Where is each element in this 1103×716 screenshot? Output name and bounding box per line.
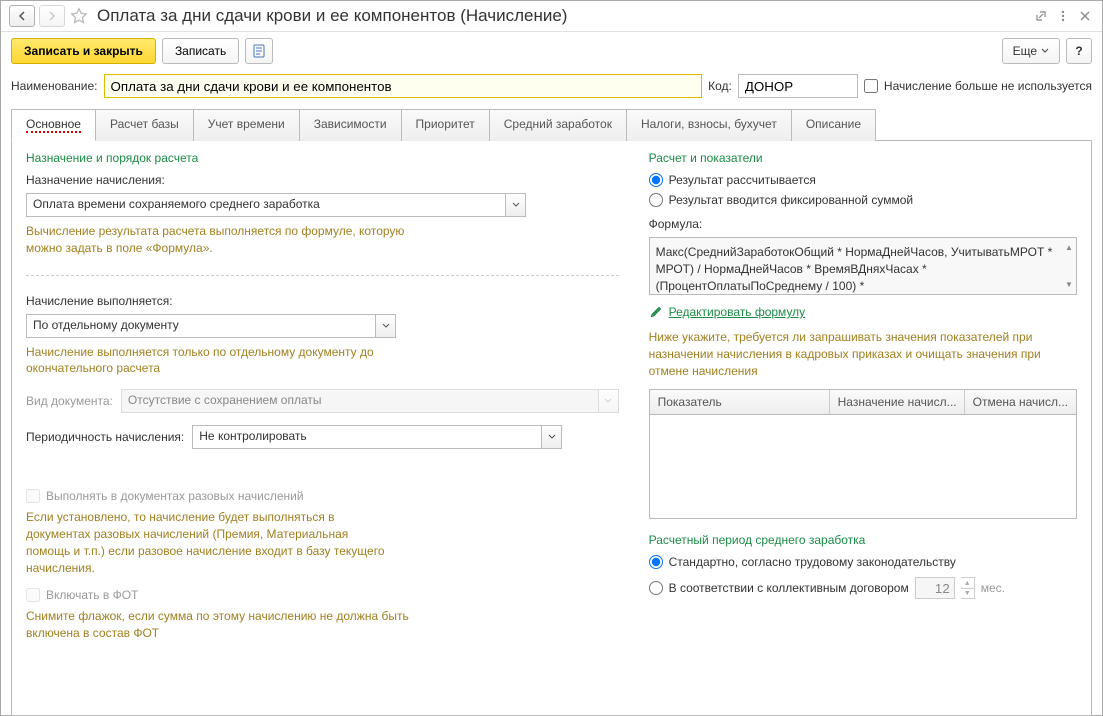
doc-dropdown-button: [599, 389, 619, 413]
tabs: Основное Расчет базы Учет времени Зависи…: [11, 108, 1092, 141]
tab-desc[interactable]: Описание: [791, 109, 876, 141]
not-used-checkbox[interactable]: Начисление больше не используется: [864, 79, 1092, 93]
indicators-hint: Ниже укажите, требуется ли запрашивать з…: [649, 329, 1077, 379]
save-close-button[interactable]: Записать и закрыть: [11, 38, 156, 64]
onetime-checkbox: Выполнять в документах разовых начислени…: [26, 489, 619, 503]
purpose-dropdown-button[interactable]: [506, 193, 526, 217]
link-icon[interactable]: [1032, 7, 1050, 25]
tab-time[interactable]: Учет времени: [193, 109, 300, 141]
kebab-menu-icon[interactable]: [1054, 7, 1072, 25]
exec-select[interactable]: По отдельному документу: [26, 314, 376, 338]
months-unit: мес.: [981, 581, 1005, 595]
code-label: Код:: [708, 79, 732, 93]
favorite-star-icon[interactable]: [69, 6, 89, 26]
tab-avg[interactable]: Средний заработок: [489, 109, 627, 141]
nav-forward-button[interactable]: [39, 5, 65, 27]
window-title: Оплата за дни сдачи крови и ее компонент…: [97, 6, 1028, 26]
periodicity-label: Периодичность начисления:: [26, 430, 184, 444]
purpose-select[interactable]: Оплата времени сохраняемого среднего зар…: [26, 193, 506, 217]
period-collective-radio[interactable]: В соответствии с коллективным договором: [649, 581, 909, 595]
left-section-heading: Назначение и порядок расчета: [26, 151, 619, 165]
purpose-hint: Вычисление результата расчета выполняетс…: [26, 223, 426, 257]
nav-back-button[interactable]: [9, 5, 35, 27]
report-icon-button[interactable]: [245, 38, 273, 64]
indicators-table[interactable]: Показатель Назначение начисл... Отмена н…: [649, 389, 1077, 519]
doc-label: Вид документа:: [26, 394, 113, 408]
periodicity-select[interactable]: Не контролировать: [192, 425, 542, 449]
fot-hint: Снимите флажок, если сумма по этому начи…: [26, 608, 426, 642]
pencil-icon: [649, 305, 663, 319]
close-icon[interactable]: [1076, 7, 1094, 25]
th-assign: Назначение начисл...: [830, 390, 965, 414]
help-button[interactable]: ?: [1066, 38, 1092, 64]
months-input: [915, 577, 955, 599]
months-spinner: ▲▼: [961, 577, 975, 599]
result-calc-radio[interactable]: Результат рассчитывается: [649, 173, 1077, 187]
tab-main[interactable]: Основное: [11, 109, 96, 141]
name-input[interactable]: [104, 74, 703, 98]
exec-hint: Начисление выполняется только по отдельн…: [26, 344, 426, 378]
tab-base[interactable]: Расчет базы: [95, 109, 194, 141]
edit-formula-link[interactable]: Редактировать формулу: [669, 305, 806, 319]
calc-section-heading: Расчет и показатели: [649, 151, 1077, 165]
period-section-heading: Расчетный период среднего заработка: [649, 533, 1077, 547]
exec-dropdown-button[interactable]: [376, 314, 396, 338]
formula-label: Формула:: [649, 217, 1077, 231]
periodicity-dropdown-button[interactable]: [542, 425, 562, 449]
formula-display: Макс(СреднийЗаработокОбщий * НормаДнейЧа…: [649, 237, 1077, 295]
purpose-label: Назначение начисления:: [26, 173, 619, 187]
code-input[interactable]: [738, 74, 858, 98]
period-standard-radio[interactable]: Стандартно, согласно трудовому законодат…: [649, 555, 1077, 569]
save-button[interactable]: Записать: [162, 38, 239, 64]
result-fixed-radio[interactable]: Результат вводится фиксированной суммой: [649, 193, 1077, 207]
th-indicator: Показатель: [650, 390, 830, 414]
fot-checkbox: Включать в ФОТ: [26, 588, 619, 602]
tab-priority[interactable]: Приоритет: [401, 109, 490, 141]
name-label: Наименование:: [11, 79, 98, 93]
onetime-hint: Если установлено, то начисление будет вы…: [26, 509, 386, 576]
th-cancel: Отмена начисл...: [965, 390, 1076, 414]
more-button[interactable]: Еще: [1002, 38, 1060, 64]
tab-tax[interactable]: Налоги, взносы, бухучет: [626, 109, 792, 141]
doc-select: Отсутствие с сохранением оплаты: [121, 389, 599, 413]
tab-deps[interactable]: Зависимости: [299, 109, 402, 141]
exec-label: Начисление выполняется:: [26, 294, 619, 308]
